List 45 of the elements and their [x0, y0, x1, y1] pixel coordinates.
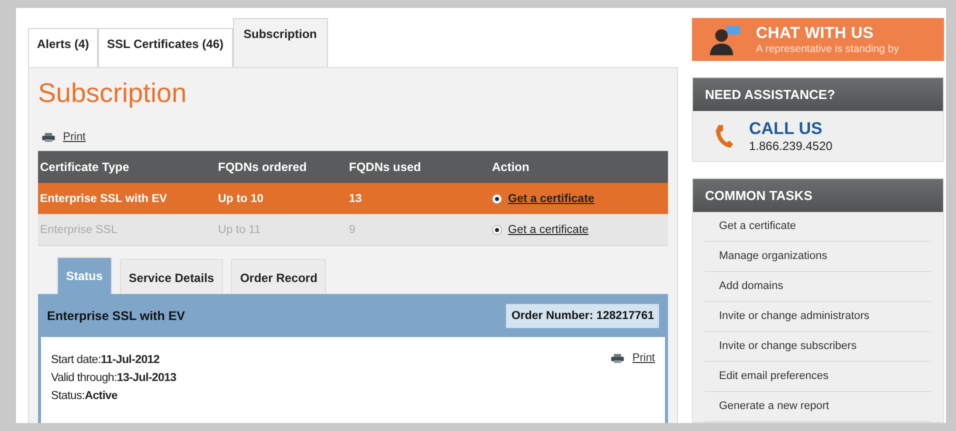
detail-field: Start date:11-Jul-2012	[51, 351, 176, 369]
order-number: Order Number: 128217761	[506, 304, 659, 328]
task-link[interactable]: Invite or change subscribers	[705, 332, 931, 362]
column-header: FQDNs ordered	[218, 160, 308, 174]
table-cell: Up to 10	[218, 192, 264, 204]
chat-subtitle: A representative is standing by	[756, 42, 900, 54]
print-link[interactable]: Print	[63, 131, 86, 143]
table-cell: Enterprise SSL	[40, 224, 118, 236]
table-cell: Enterprise SSL with EV	[40, 192, 167, 204]
print-link[interactable]: Print	[632, 352, 655, 364]
printer-icon	[42, 132, 55, 142]
radio-icon	[492, 224, 502, 234]
printer-icon	[611, 354, 624, 362]
table-cell: Up to 11	[218, 224, 261, 236]
column-header: Certificate Type	[39, 160, 130, 174]
task-link[interactable]: Add domains	[705, 272, 931, 302]
phone-icon	[713, 123, 735, 149]
column-header: FQDNs used	[349, 160, 422, 174]
tab[interactable]: Subscription	[232, 18, 328, 67]
task-link[interactable]: Invite or change administrators	[705, 302, 931, 332]
get-certificate-link[interactable]: Get a certificate	[508, 192, 594, 204]
table-cell: 9	[349, 224, 356, 236]
task-link[interactable]: Get a certificate	[705, 212, 931, 242]
chat-title: CHAT WITH US	[756, 24, 875, 42]
page-title: Subscription	[38, 78, 188, 109]
product-name: Enterprise SSL with EV	[47, 308, 186, 322]
table-cell: 13	[349, 192, 362, 204]
section-header: COMMON TASKS	[693, 179, 943, 212]
call-us-label: CALL US	[749, 119, 824, 139]
get-certificate-link[interactable]: Get a certificate	[508, 224, 589, 236]
tab[interactable]: Alerts (4)	[28, 28, 98, 67]
column-header: Action	[492, 160, 530, 174]
task-link[interactable]: Edit email preferences	[705, 362, 931, 392]
detail-field: Status:Active	[51, 387, 176, 405]
tab[interactable]: SSL Certificates (46)	[98, 28, 233, 67]
task-link[interactable]: Manage organizations	[705, 242, 931, 272]
tab[interactable]: Order Record	[231, 259, 326, 294]
table-row[interactable]: Enterprise SSL with EV Up to 10 13 Get a certificate	[38, 183, 668, 214]
phone-number: 1.866.239.4520	[749, 139, 832, 153]
task-link[interactable]: Generate a new report	[705, 392, 931, 422]
tab[interactable]: Service Details	[120, 259, 224, 294]
detail-field: Valid through:13-Jul-2013	[51, 369, 176, 387]
radio-icon	[492, 194, 502, 204]
section-header: NEED ASSISTANCE?	[693, 78, 943, 111]
table-row[interactable]: Enterprise SSL Up to 11 9 Get a certificate	[38, 214, 668, 246]
